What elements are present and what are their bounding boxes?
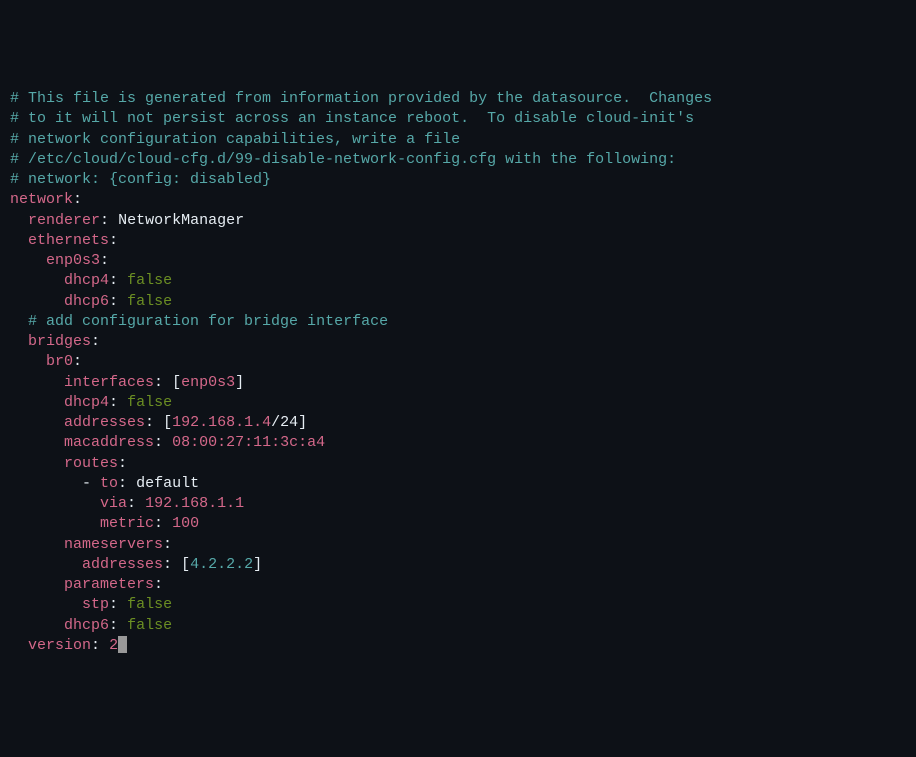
- yaml-key-dhcp6: dhcp6: [64, 293, 109, 310]
- yaml-value-interface: enp0s3: [181, 374, 235, 391]
- yaml-value-mac: 08:00:27:11:3c:a4: [172, 434, 325, 451]
- yaml-key-macaddress: macaddress: [64, 434, 154, 451]
- comment-line: # network: {config: disabled}: [10, 171, 271, 188]
- colon: :: [100, 252, 109, 269]
- yaml-key-bridges: bridges: [28, 333, 91, 350]
- yaml-key-interfaces: interfaces: [64, 374, 154, 391]
- comment-line: # This file is generated from informatio…: [10, 90, 712, 107]
- yaml-key-renderer: renderer: [28, 212, 100, 229]
- yaml-key-parameters: parameters: [64, 576, 154, 593]
- colon: :: [91, 333, 100, 350]
- colon: :: [145, 414, 154, 431]
- cursor: [118, 636, 127, 653]
- yaml-value-renderer: NetworkManager: [118, 212, 244, 229]
- yaml-key-routes: routes: [64, 455, 118, 472]
- yaml-value-to: default: [136, 475, 199, 492]
- right-bracket: ]: [235, 374, 244, 391]
- yaml-key-network: network: [10, 191, 73, 208]
- yaml-value-false: false: [127, 394, 172, 411]
- colon: :: [109, 272, 118, 289]
- colon: :: [109, 232, 118, 249]
- yaml-value-false: false: [127, 596, 172, 613]
- colon: :: [109, 596, 118, 613]
- yaml-key-dhcp4: dhcp4: [64, 394, 109, 411]
- colon: :: [163, 556, 172, 573]
- colon: :: [118, 455, 127, 472]
- editor-content[interactable]: # This file is generated from informatio…: [10, 89, 906, 656]
- yaml-value-metric: 100: [172, 515, 199, 532]
- yaml-key-dhcp6: dhcp6: [64, 617, 109, 634]
- colon: :: [154, 434, 163, 451]
- comment-line: # /etc/cloud/cloud-cfg.d/99-disable-netw…: [10, 151, 676, 168]
- yaml-value-false: false: [127, 617, 172, 634]
- yaml-value-cidr: /24: [271, 414, 298, 431]
- left-bracket: [: [181, 556, 190, 573]
- right-bracket: ]: [253, 556, 262, 573]
- colon: :: [154, 576, 163, 593]
- left-bracket: [: [163, 414, 172, 431]
- yaml-value-false: false: [127, 272, 172, 289]
- colon: :: [100, 212, 109, 229]
- dash: -: [82, 475, 100, 492]
- yaml-key-ethernets: ethernets: [28, 232, 109, 249]
- yaml-key-version: version: [28, 637, 91, 654]
- colon: :: [118, 475, 127, 492]
- right-bracket: ]: [298, 414, 307, 431]
- colon: :: [154, 515, 163, 532]
- colon: :: [109, 617, 118, 634]
- yaml-key-addresses: addresses: [64, 414, 145, 431]
- comment-line: # network configuration capabilities, wr…: [10, 131, 460, 148]
- yaml-key-metric: metric: [100, 515, 154, 532]
- colon: :: [154, 374, 163, 391]
- yaml-value-nameserver: 4.2.2.2: [190, 556, 253, 573]
- yaml-key-enp0s3: enp0s3: [46, 252, 100, 269]
- yaml-key-nameservers: nameservers: [64, 536, 163, 553]
- yaml-value-false: false: [127, 293, 172, 310]
- colon: :: [109, 293, 118, 310]
- yaml-key-dhcp4: dhcp4: [64, 272, 109, 289]
- yaml-value-via: 192.168.1.1: [145, 495, 244, 512]
- colon: :: [163, 536, 172, 553]
- yaml-value-address-ip: 192.168.1.4: [172, 414, 271, 431]
- colon: :: [91, 637, 100, 654]
- yaml-key-to: to: [100, 475, 118, 492]
- yaml-key-stp: stp: [82, 596, 109, 613]
- yaml-key-addresses: addresses: [82, 556, 163, 573]
- yaml-value-version: 2: [109, 637, 118, 654]
- comment-line: # to it will not persist across an insta…: [10, 110, 694, 127]
- comment-line: # add configuration for bridge interface: [28, 313, 388, 330]
- yaml-key-via: via: [100, 495, 127, 512]
- yaml-key-br0: br0: [46, 353, 73, 370]
- colon: :: [73, 353, 82, 370]
- colon: :: [109, 394, 118, 411]
- colon: :: [73, 191, 82, 208]
- colon: :: [127, 495, 136, 512]
- left-bracket: [: [172, 374, 181, 391]
